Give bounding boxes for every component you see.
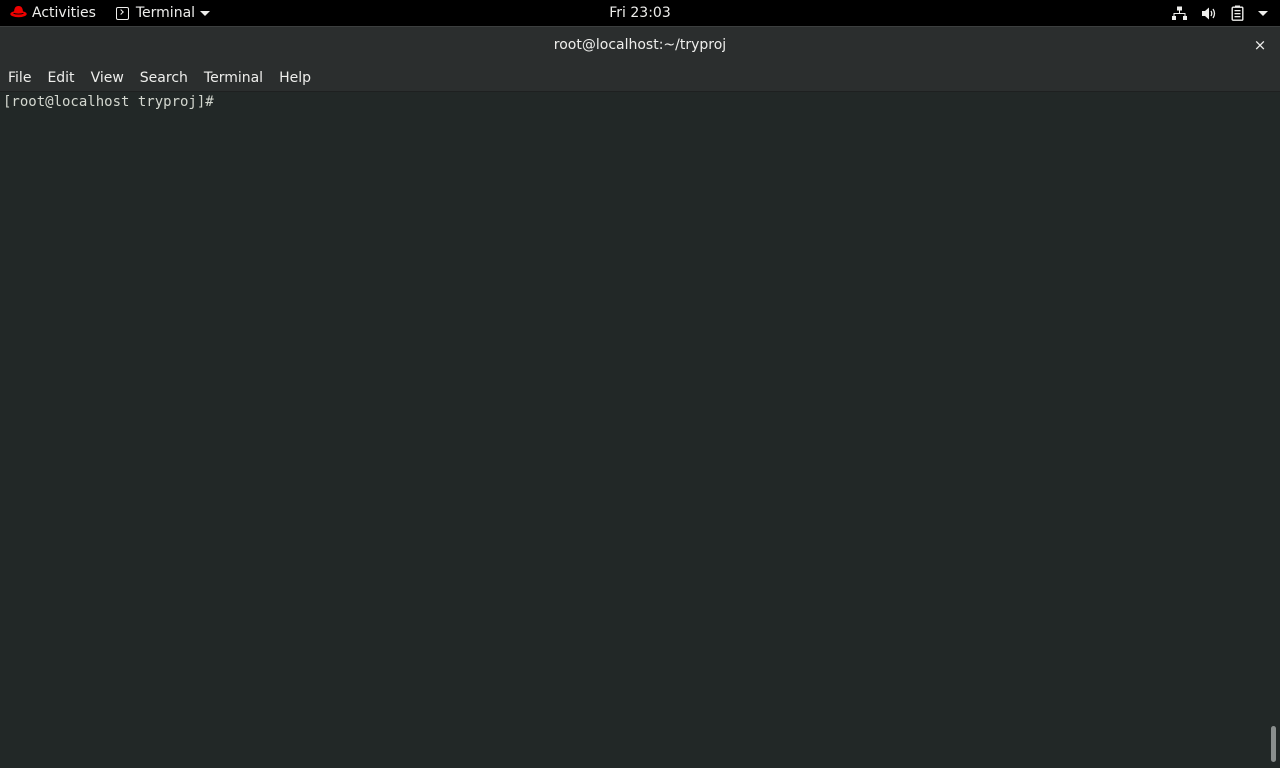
system-menu-button[interactable]	[1172, 0, 1268, 26]
scrollbar-thumb[interactable]	[1271, 726, 1276, 762]
menu-bar: File Edit View Search Terminal Help	[0, 64, 1280, 92]
top-bar-left: Activities Terminal	[10, 0, 211, 26]
menu-help[interactable]: Help	[271, 64, 319, 92]
redhat-logo-icon	[10, 5, 27, 22]
network-icon	[1172, 6, 1187, 21]
menu-edit[interactable]: Edit	[39, 64, 82, 92]
close-icon[interactable]: ×	[1248, 33, 1272, 57]
menu-view[interactable]: View	[83, 64, 132, 92]
menu-search[interactable]: Search	[132, 64, 196, 92]
menu-file[interactable]: File	[0, 64, 39, 92]
clock[interactable]: Fri 23:03	[580, 0, 700, 26]
window-titlebar[interactable]: root@localhost:~/tryproj ×	[0, 26, 1280, 64]
window-title: root@localhost:~/tryproj	[553, 37, 727, 53]
terminal-prompt: [root@localhost tryproj]#	[3, 94, 214, 110]
terminal-scrollbar[interactable]	[1266, 92, 1280, 768]
activities-label: Activities	[32, 5, 96, 21]
app-menu-button[interactable]: Terminal	[115, 5, 211, 21]
terminal-app-icon	[115, 6, 129, 20]
battery-icon	[1231, 5, 1244, 21]
terminal-area[interactable]: [root@localhost tryproj]#	[0, 92, 1280, 768]
menu-terminal[interactable]: Terminal	[196, 64, 271, 92]
top-bar: Activities Terminal Fri 23:03	[0, 0, 1280, 26]
activities-button[interactable]: Activities	[10, 5, 96, 22]
volume-icon	[1201, 6, 1217, 21]
system-menu-chevron-icon	[1258, 10, 1268, 16]
app-menu-label: Terminal	[135, 5, 196, 21]
chevron-down-icon	[200, 10, 211, 16]
